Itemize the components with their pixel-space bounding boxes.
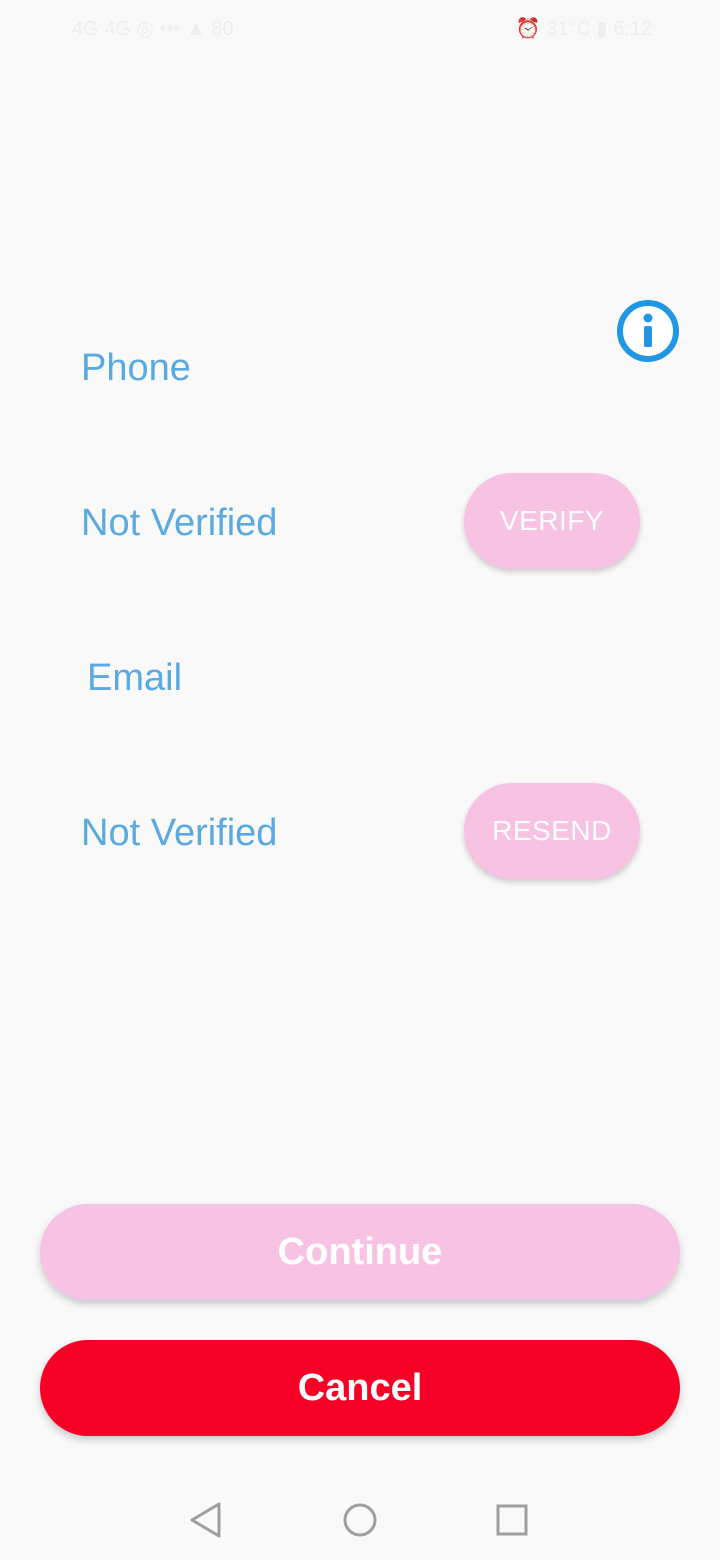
info-icon[interactable] [616, 299, 680, 363]
resend-button[interactable]: RESEND [464, 783, 640, 879]
back-triangle-icon[interactable] [186, 1500, 226, 1540]
phone-label: Phone [81, 347, 191, 389]
status-right-indicators: ⏰ 31°C ▮ 6:12 [515, 18, 652, 40]
email-status: Not Verified [81, 812, 278, 854]
verify-button[interactable]: VERIFY [464, 473, 640, 569]
status-bar: 4G 4G ◎ ••• ▲ 80 ⏰ 31°C ▮ 6:12 [0, 0, 720, 56]
status-left-indicators: 4G 4G ◎ ••• ▲ 80 [72, 18, 234, 40]
continue-button[interactable]: Continue [40, 1204, 680, 1300]
phone-status: Not Verified [81, 502, 278, 544]
email-label: Email [87, 657, 183, 699]
home-circle-icon[interactable] [340, 1500, 380, 1540]
cancel-button[interactable]: Cancel [40, 1340, 680, 1436]
recent-square-icon[interactable] [492, 1500, 532, 1540]
system-nav-bar [0, 1476, 720, 1560]
